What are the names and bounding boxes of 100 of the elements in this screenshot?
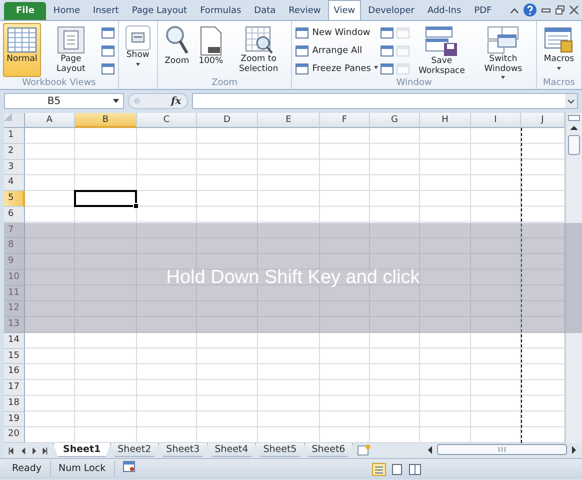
ribbon-button[interactable]: New Window: [295, 25, 378, 40]
window-icon: [295, 44, 310, 56]
page-layout-view-icon[interactable]: [390, 462, 404, 476]
sheet-tab[interactable]: Sheet6: [304, 443, 354, 457]
ribbon-tab[interactable]: Insert: [87, 2, 125, 20]
minimize-icon[interactable]: [541, 6, 551, 14]
group-label: Workbook Views: [21, 77, 97, 89]
sheet-tab[interactable]: Sheet3: [158, 443, 208, 457]
split-handle-icon[interactable]: [568, 115, 580, 121]
scroll-left-icon[interactable]: [426, 444, 434, 454]
sheet-tab[interactable]: Sheet5: [255, 443, 305, 457]
insert-sheet-icon[interactable]: [357, 444, 372, 456]
row-header[interactable]: 15: [4, 348, 25, 364]
first-sheet-icon[interactable]: [8, 446, 15, 456]
ribbon-button[interactable]: Macros: [540, 23, 578, 77]
scroll-up-icon[interactable]: [568, 123, 580, 133]
window-icon-button[interactable]: [380, 43, 394, 58]
file-tab[interactable]: File: [4, 2, 46, 20]
scroll-right-icon[interactable]: [570, 444, 578, 454]
next-sheet-icon[interactable]: [30, 446, 37, 456]
column-header[interactable]: G: [370, 113, 420, 128]
window-icon-button[interactable]: [380, 61, 394, 76]
column-header[interactable]: F: [320, 113, 370, 128]
ribbon-tab[interactable]: Developer: [362, 2, 420, 20]
ribbon-tab[interactable]: Home: [47, 2, 86, 20]
row-header[interactable]: 4: [4, 175, 25, 191]
window-icon: [396, 44, 410, 56]
window-icon: [100, 62, 115, 74]
last-sheet-icon[interactable]: [41, 446, 48, 456]
row-header[interactable]: 16: [4, 364, 25, 380]
ribbon-button[interactable]: Zoom to Selection: [228, 23, 288, 77]
help-icon[interactable]: [523, 3, 537, 17]
window-icon-button[interactable]: [100, 25, 115, 40]
ribbon-button[interactable]: Normal: [3, 23, 41, 77]
row-header[interactable]: 1: [4, 128, 25, 144]
ribbon-button[interactable]: Arrange All: [295, 43, 378, 58]
column-header[interactable]: J: [521, 113, 565, 128]
row-header[interactable]: 20: [4, 427, 25, 443]
window-icon: [380, 44, 394, 56]
ribbon-button[interactable]: Save Workspace: [412, 23, 472, 77]
window-icon: [295, 26, 310, 38]
ribbon-tab[interactable]: Review: [282, 2, 327, 20]
record-macro-icon[interactable]: [122, 460, 135, 472]
window-icon: [100, 26, 115, 38]
row-header[interactable]: 19: [4, 412, 25, 428]
ribbon-button[interactable]: Show: [122, 23, 154, 77]
row-header[interactable]: 3: [4, 160, 25, 176]
group-label: Macros: [542, 77, 576, 89]
column-header[interactable]: B: [75, 113, 137, 128]
formula-field[interactable]: [192, 93, 578, 109]
column-header[interactable]: D: [197, 113, 258, 128]
row-header[interactable]: 14: [4, 332, 25, 348]
sheet-tab[interactable]: Sheet4: [206, 443, 256, 457]
active-cell[interactable]: [74, 190, 137, 207]
row-header[interactable]: 5: [4, 191, 25, 207]
caption-text: Hold Down Shift Key and click: [166, 266, 420, 289]
collapse-ribbon-icon[interactable]: [510, 6, 519, 14]
ribbon-button[interactable]: Freeze Panes: [295, 61, 378, 76]
restore-icon[interactable]: [555, 5, 565, 15]
normal-view-icon[interactable]: [372, 462, 386, 476]
column-header[interactable]: H: [420, 113, 471, 128]
ribbon-tab[interactable]: Data: [248, 2, 282, 20]
ribbon-tab[interactable]: View: [328, 0, 362, 20]
name-box[interactable]: B5: [4, 93, 124, 109]
expand-icon[interactable]: [565, 94, 577, 108]
column-header[interactable]: I: [471, 113, 521, 128]
group-label: Zoom: [210, 77, 239, 89]
ribbon-button[interactable]: 100%: [194, 23, 227, 77]
column-header[interactable]: A: [25, 113, 75, 128]
status-text: Num Lock: [50, 461, 115, 477]
ribbon-button[interactable]: Switch Windows: [473, 23, 533, 77]
ribbon-button[interactable]: Zoom: [160, 23, 193, 77]
previous-sheet-icon[interactable]: [19, 446, 26, 456]
sheet-tab[interactable]: Sheet2: [110, 443, 160, 457]
window-icon-button[interactable]: [100, 43, 115, 58]
row-header[interactable]: 2: [4, 144, 25, 160]
horizontal-scrollbar-icon[interactable]: [437, 444, 567, 455]
row-header[interactable]: 18: [4, 396, 25, 412]
window-icon: [380, 62, 394, 74]
page-break-view-icon[interactable]: [408, 462, 422, 476]
row-header[interactable]: 6: [4, 206, 25, 222]
window-icon: [380, 26, 394, 38]
ribbon-tab[interactable]: Add-Ins: [421, 2, 468, 20]
window-icon: [396, 26, 410, 38]
window-icon-button[interactable]: [380, 25, 394, 40]
window-icon-button[interactable]: [100, 61, 115, 76]
close-icon[interactable]: [569, 5, 579, 15]
row-header[interactable]: 17: [4, 380, 25, 396]
insert-function-button[interactable]: fx: [171, 96, 182, 106]
magnifier-grid-icon: [244, 25, 274, 55]
sheet-tab[interactable]: Sheet1: [53, 443, 111, 457]
ribbon-tab[interactable]: PDF: [468, 2, 498, 20]
ribbon-tab[interactable]: Formulas: [194, 2, 248, 20]
ribbon-tab[interactable]: Page Layout: [126, 2, 194, 20]
scrollbar-thumb-icon[interactable]: [568, 135, 580, 155]
column-header[interactable]: C: [137, 113, 197, 128]
page-icon: [198, 25, 224, 57]
ribbon-button[interactable]: Page Layout: [43, 23, 99, 77]
page-icon: [54, 25, 87, 55]
column-header[interactable]: E: [258, 113, 320, 128]
